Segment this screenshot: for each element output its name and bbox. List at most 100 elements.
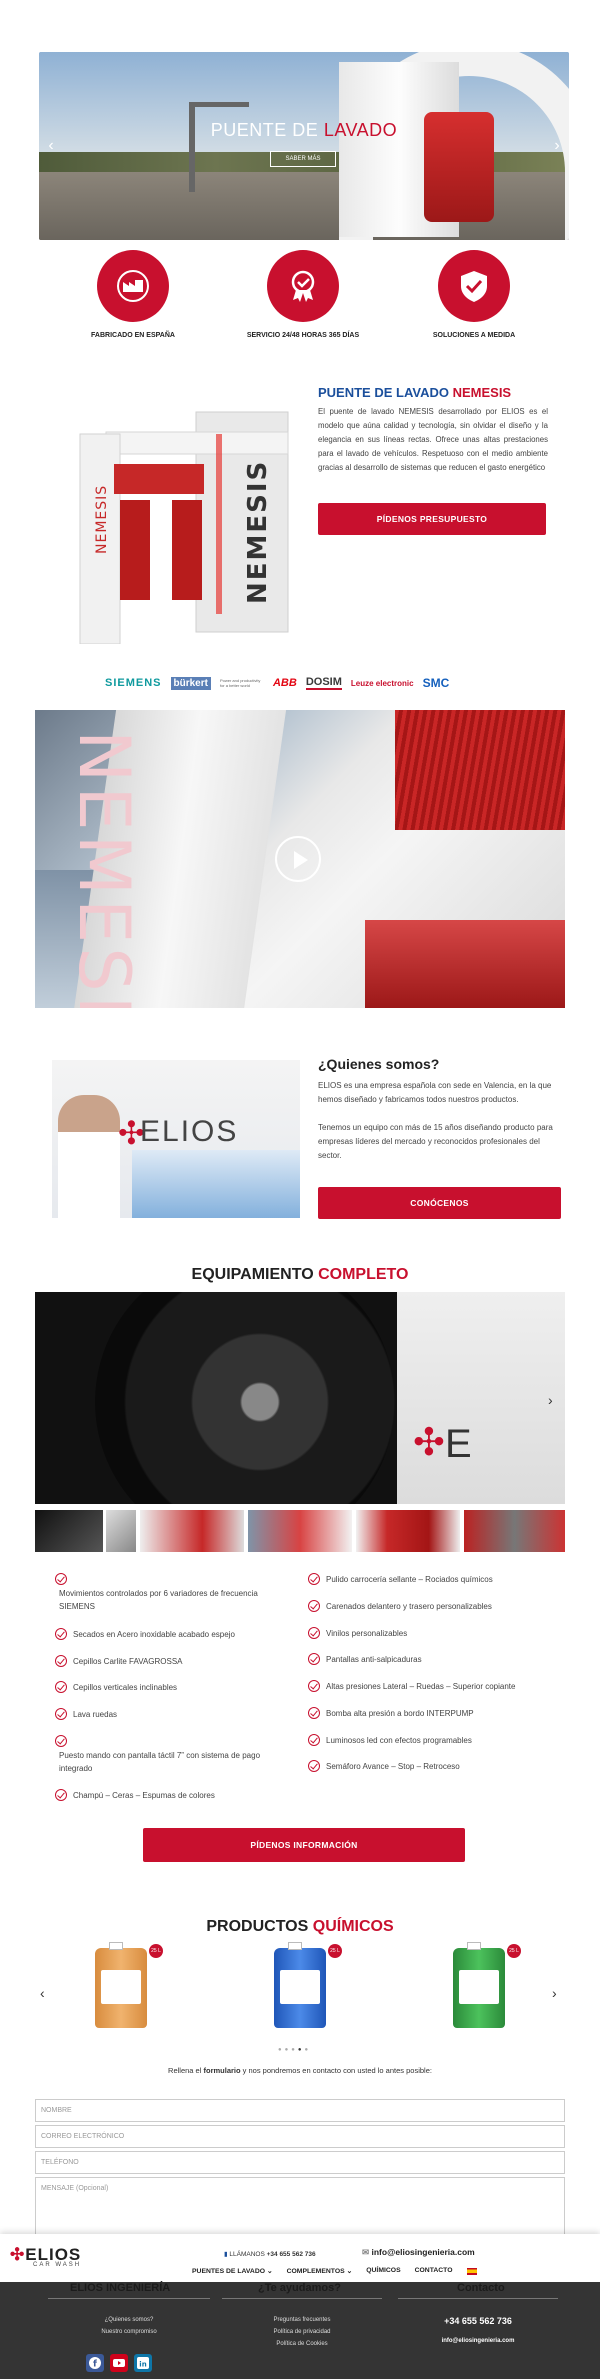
gallery-thumb[interactable] [464, 1510, 565, 1552]
check-icon [308, 1734, 320, 1746]
equipment-item: Champú – Ceras – Espumas de colores [55, 1789, 285, 1802]
linkedin-icon[interactable]: in [134, 2354, 152, 2372]
name-field[interactable]: NOMBRE [35, 2099, 565, 2122]
elios-mark-icon: ✣ [10, 2245, 26, 2264]
can-label [459, 1970, 499, 2004]
brand-abb-tagline: Power and productivity for a better worl… [219, 678, 261, 688]
about-us-button[interactable]: CONÓCENOS [318, 1187, 561, 1219]
header-phone[interactable]: ▮ LLÁMANOS +34 655 562 736 [224, 2250, 316, 2258]
team-photo-person [58, 1095, 120, 1218]
nav-contacto[interactable]: CONTACTO [415, 2267, 453, 2275]
phone-icon: ▮ [224, 2251, 228, 2258]
brand-abb: ABB [272, 677, 297, 689]
about-paragraph-1: ELIOS es una empresa española con sede e… [318, 1081, 552, 1104]
play-icon[interactable] [275, 836, 321, 882]
slider-dots[interactable]: ●●●●● [278, 2047, 311, 2053]
brand-burkert: bürkert [170, 676, 211, 690]
equipment-item: Lava ruedas [55, 1708, 285, 1721]
footer-link-commitment[interactable]: Nuestro compromiso [48, 2329, 210, 2335]
gallery-next-arrow[interactable]: › [548, 1392, 553, 1408]
brand-siemens: SIEMENS [105, 677, 162, 689]
elios-mark-icon: ✣ [413, 1422, 445, 1464]
nemesis-product-image: NEMESIS NEMESIS [76, 404, 292, 645]
gallery-panel [397, 1292, 565, 1504]
feature-label: SOLUCIONES A MEDIDA [432, 332, 516, 339]
footer-phone[interactable]: +34 655 562 736 [398, 2316, 558, 2326]
equipment-item: Pulido carrocería sellante – Rociados qu… [308, 1573, 558, 1586]
hero-button[interactable]: SABER MÁS [270, 151, 336, 167]
youtube-icon[interactable] [110, 2354, 128, 2372]
footer-link-faq[interactable]: Preguntas frecuentes [222, 2317, 382, 2323]
nav-puentes-de-lavado[interactable]: PUENTES DE LAVADO ⌄ [192, 2267, 273, 2275]
check-icon [308, 1707, 320, 1719]
chemical-product[interactable]: 25 L [95, 1942, 163, 2028]
message-field[interactable]: MENSAJE (Opcional) [35, 2177, 565, 2235]
equipment-gallery-main: ✣ E [35, 1292, 565, 1504]
equipment-item: Puesto mando con pantalla táctil 7” con … [55, 1735, 285, 1775]
check-icon [308, 1680, 320, 1692]
gallery-thumb[interactable] [356, 1510, 460, 1552]
chevron-down-icon: ⌄ [266, 2268, 273, 2275]
can-cap [109, 1942, 123, 1950]
equipment-item: Bomba alta presión a bordo INTERPUMP [308, 1707, 558, 1720]
video-brush-top [395, 710, 565, 830]
check-icon [55, 1628, 67, 1640]
equipment-item: Altas presiones Lateral – Ruedas – Super… [308, 1680, 558, 1693]
team-photo-water [132, 1150, 300, 1218]
request-info-button[interactable]: PÍDENOS INFORMACIÓN [143, 1828, 465, 1862]
check-icon [308, 1760, 320, 1772]
equipment-item: Cepillos verticales inclinables [55, 1681, 285, 1694]
check-icon [55, 1735, 67, 1747]
volume-badge: 25 L [149, 1944, 163, 1958]
can-cap [467, 1942, 481, 1950]
product-video[interactable]: NEMESIS [35, 710, 565, 1008]
can-label [280, 1970, 320, 2004]
check-icon [308, 1573, 320, 1585]
brand-dosim: DOSIM [305, 676, 342, 690]
factory-icon [97, 250, 169, 322]
phone-field[interactable]: TELÉFONO [35, 2151, 565, 2174]
chemical-product[interactable]: 25 L [453, 1942, 521, 2028]
brand-smc: SMC [422, 676, 450, 690]
footer-link-about[interactable]: ¿Quienes somos? [48, 2317, 210, 2323]
chemical-product[interactable]: 25 L [274, 1942, 342, 2028]
about-paragraph-2: Tenemos un equipo con más de 15 años dis… [318, 1123, 553, 1160]
footer-email[interactable]: info@eliosingenieria.com [398, 2338, 558, 2344]
hero-next-arrow[interactable]: › [549, 136, 565, 156]
form-intro: Rellena el formulario y nos pondremos en… [168, 2066, 432, 2075]
check-icon [308, 1600, 320, 1612]
gallery-thumb[interactable] [35, 1510, 103, 1552]
footer-link-privacy[interactable]: Política de privacidad [222, 2329, 382, 2335]
footer-divider [48, 2298, 210, 2299]
check-icon [55, 1708, 67, 1720]
can-cap [288, 1942, 302, 1950]
team-photo: ✣ ELIOS [52, 1060, 300, 1218]
nav-complementos[interactable]: COMPLEMENTOS ⌄ [287, 2267, 353, 2275]
equipment-item: Carenados delantero y trasero personaliz… [308, 1600, 558, 1613]
chevron-down-icon: ⌄ [346, 2268, 353, 2275]
logo-subtitle: CAR WASH [33, 2262, 82, 2268]
facebook-icon[interactable]: f [86, 2354, 104, 2372]
chemicals-next-arrow[interactable]: › [552, 1985, 557, 2001]
svg-text:f: f [93, 2360, 97, 2370]
equipment-item: Vinilos personalizables [308, 1627, 558, 1640]
feature-label: FABRICADO EN ESPAÑA [91, 332, 175, 339]
header-email[interactable]: ✉ info@eliosingenieria.com [362, 2247, 475, 2258]
request-quote-button[interactable]: PÍDENOS PRESUPUESTO [318, 503, 546, 535]
email-field[interactable]: CORREO ELECTRÓNICO [35, 2125, 565, 2148]
shield-check-icon [438, 250, 510, 322]
award-badge-icon [267, 250, 339, 322]
equipment-item: Semáforo Avance – Stop – Retroceso [308, 1760, 558, 1773]
check-icon [55, 1681, 67, 1693]
chemicals-prev-arrow[interactable]: ‹ [40, 1985, 45, 2001]
about-title: ¿Quienes somos? [318, 1056, 440, 1072]
hero-prev-arrow[interactable]: ‹ [43, 136, 59, 156]
spain-flag-icon[interactable] [466, 2268, 477, 2275]
nav-quimicos[interactable]: QUÍMICOS [366, 2267, 400, 2275]
feature-custom-solutions: SOLUCIONES A MEDIDA [414, 250, 534, 339]
gallery-thumb[interactable] [106, 1510, 136, 1552]
gallery-thumb[interactable] [248, 1510, 352, 1552]
check-icon [55, 1655, 67, 1667]
gallery-thumb[interactable] [140, 1510, 244, 1552]
footer-link-cookies[interactable]: Política de Cookies [222, 2341, 382, 2347]
